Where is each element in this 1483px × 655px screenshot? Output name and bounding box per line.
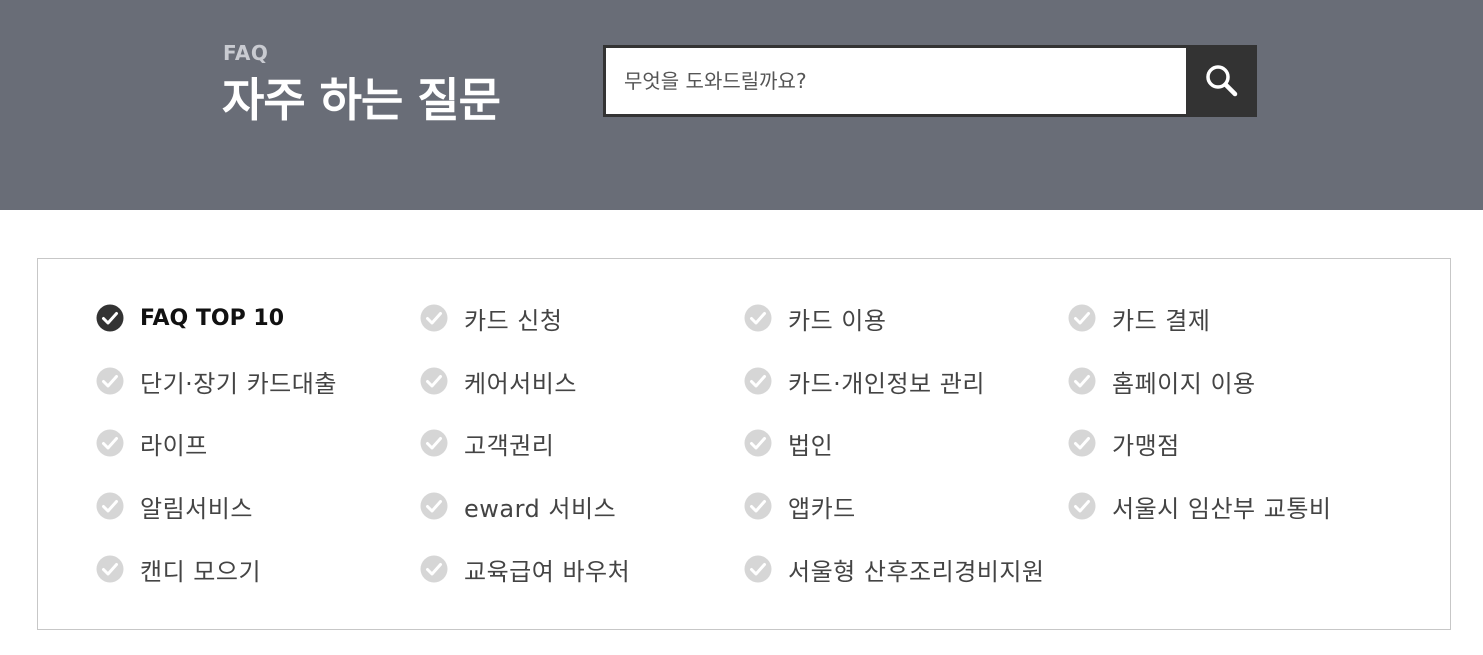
faq-category-list: FAQ TOP 10 카드 신청 카드 이용 카드 결제 단기·장기 카드대출 … (37, 258, 1451, 630)
category-label: 캔디 모으기 (140, 557, 262, 586)
search-box (603, 45, 1257, 117)
category-label: FAQ TOP 10 (140, 305, 284, 331)
category-label: 고객권리 (464, 431, 555, 460)
search-button[interactable] (1186, 45, 1257, 117)
category-item-merchant[interactable]: 가맹점 (1068, 423, 1180, 463)
category-item-education-voucher[interactable]: 교육급여 바우처 (420, 549, 630, 589)
check-circle-icon (1068, 492, 1096, 520)
category-label: 카드 신청 (464, 306, 563, 335)
category-item-app-card[interactable]: 앱카드 (744, 486, 856, 526)
check-circle-icon (744, 492, 772, 520)
category-item-card-use[interactable]: 카드 이용 (744, 298, 886, 338)
category-label: 카드 결제 (1112, 306, 1211, 335)
page-title: 자주 하는 질문 (222, 73, 501, 127)
category-item-alert-service[interactable]: 알림서비스 (96, 486, 253, 526)
check-circle-icon (96, 367, 124, 395)
check-circle-icon (1068, 429, 1096, 457)
category-item-seoul-postpartum-support[interactable]: 서울형 산후조리경비지원 (744, 549, 1045, 589)
category-item-card-payment[interactable]: 카드 결제 (1068, 298, 1210, 338)
category-label: 카드 이용 (788, 306, 887, 335)
category-label: 라이프 (140, 431, 208, 460)
category-label: eward 서비스 (464, 494, 617, 523)
category-item-card-loan[interactable]: 단기·장기 카드대출 (96, 361, 337, 401)
category-label: 홈페이지 이용 (1112, 369, 1256, 398)
category-item-candy[interactable]: 캔디 모으기 (96, 549, 261, 589)
category-label: 가맹점 (1112, 431, 1180, 460)
category-label: 단기·장기 카드대출 (140, 369, 337, 398)
category-item-faq-top10[interactable]: FAQ TOP 10 (96, 298, 284, 338)
category-label: 서울시 임산부 교통비 (1112, 494, 1332, 523)
check-circle-icon (420, 429, 448, 457)
check-circle-icon (744, 429, 772, 457)
category-label: 알림서비스 (140, 494, 253, 523)
check-circle-icon (96, 492, 124, 520)
category-label: 케어서비스 (464, 369, 577, 398)
search-icon (1205, 65, 1237, 97)
category-item-care-service[interactable]: 케어서비스 (420, 361, 577, 401)
check-circle-icon (420, 555, 448, 583)
check-circle-icon (96, 429, 124, 457)
category-label: 서울형 산후조리경비지원 (788, 557, 1045, 586)
faq-label: FAQ (223, 41, 269, 65)
check-circle-icon (420, 492, 448, 520)
category-item-card-apply[interactable]: 카드 신청 (420, 298, 562, 338)
category-item-homepage[interactable]: 홈페이지 이용 (1068, 361, 1256, 401)
check-circle-icon (744, 367, 772, 395)
check-circle-icon (1068, 367, 1096, 395)
category-item-customer-rights[interactable]: 고객권리 (420, 423, 554, 463)
check-circle-icon (420, 304, 448, 332)
category-label: 교육급여 바우처 (464, 557, 631, 586)
search-input[interactable] (606, 48, 1186, 114)
category-label: 카드·개인정보 관리 (788, 369, 985, 398)
category-item-corporate[interactable]: 법인 (744, 423, 833, 463)
check-circle-icon (744, 555, 772, 583)
category-item-card-privacy[interactable]: 카드·개인정보 관리 (744, 361, 985, 401)
faq-header: FAQ 자주 하는 질문 (0, 0, 1483, 210)
category-item-eward-service[interactable]: eward 서비스 (420, 486, 616, 526)
check-circle-icon (744, 304, 772, 332)
check-circle-icon (420, 367, 448, 395)
category-item-life[interactable]: 라이프 (96, 423, 208, 463)
check-circle-icon (96, 555, 124, 583)
category-label: 법인 (788, 431, 834, 460)
category-item-seoul-pregnant-transport[interactable]: 서울시 임산부 교통비 (1068, 486, 1331, 526)
check-circle-icon (1068, 304, 1096, 332)
check-circle-icon (96, 304, 124, 332)
category-label: 앱카드 (788, 494, 856, 523)
